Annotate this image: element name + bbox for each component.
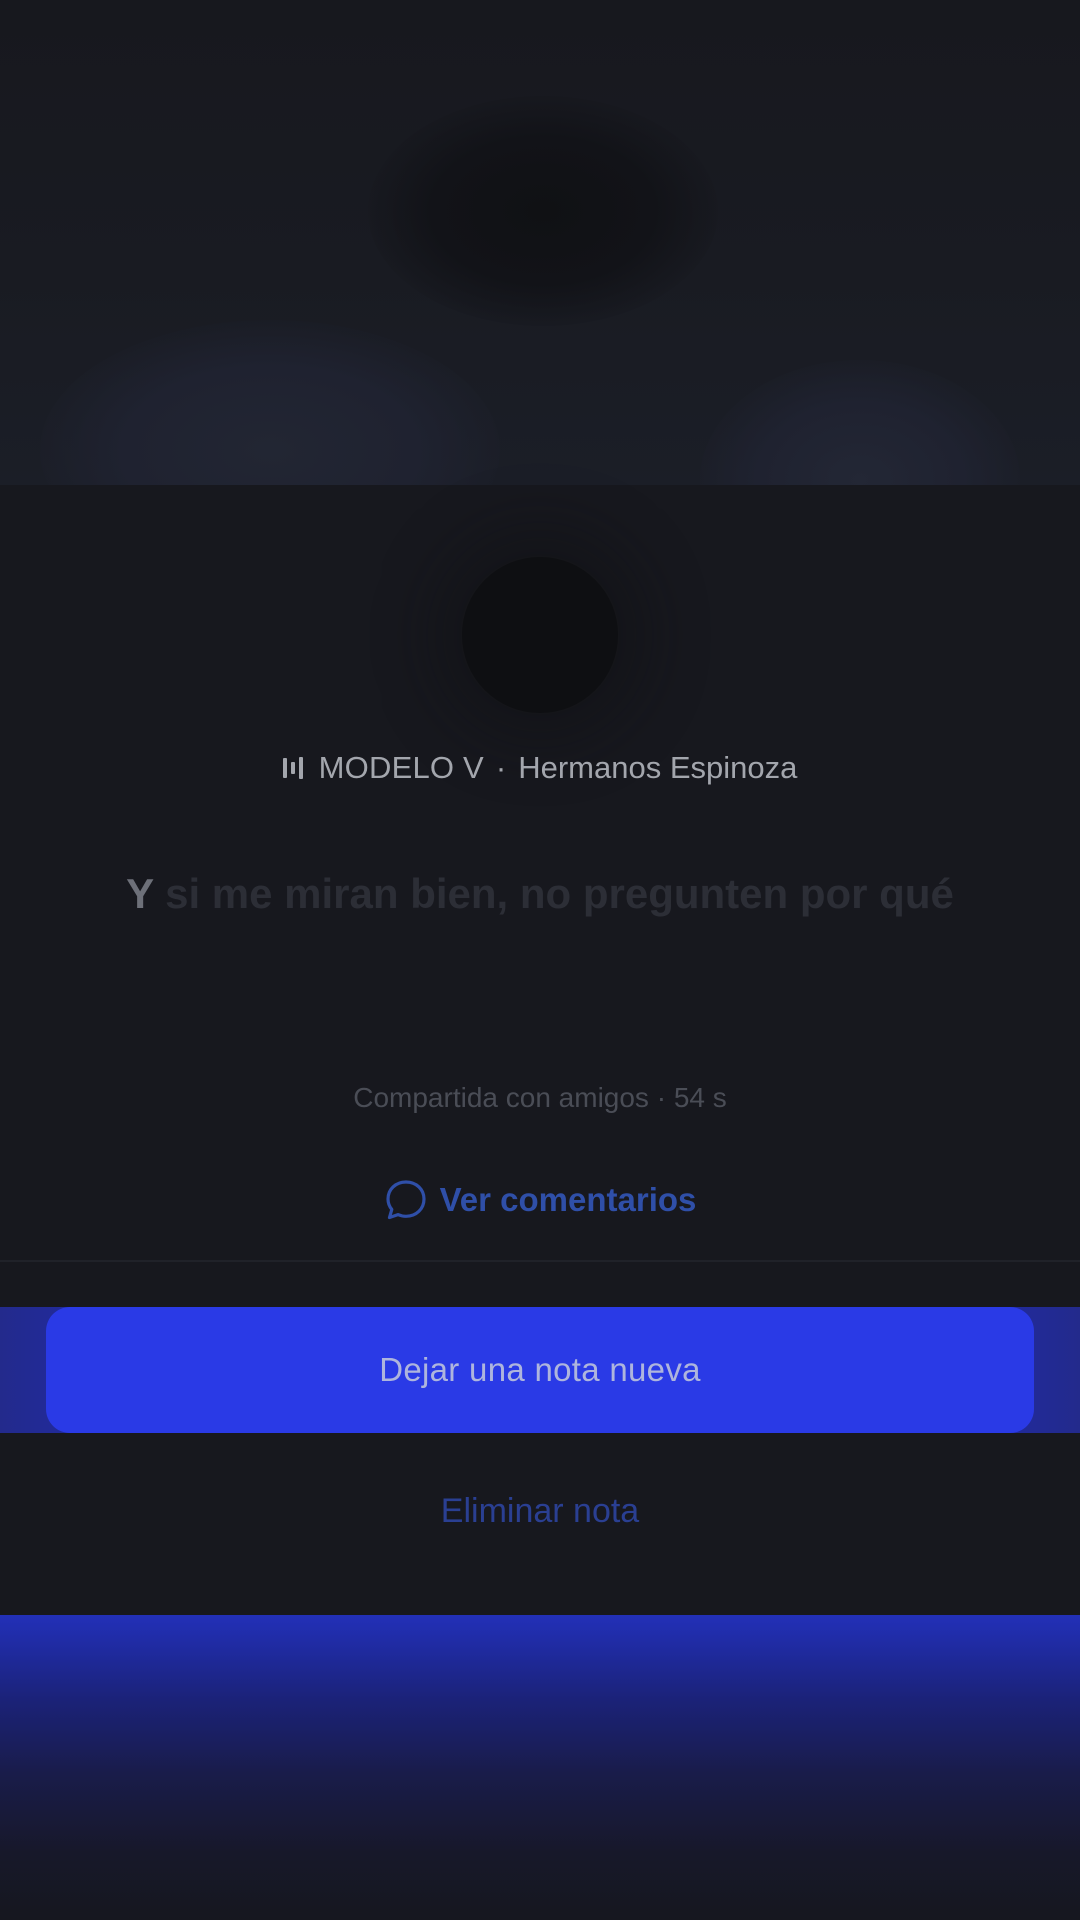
song-separator: · <box>495 750 507 785</box>
delete-note-button[interactable]: Eliminar nota <box>0 1489 1080 1533</box>
lyrics-text: Y si me miran bien, no pregunten por qué <box>110 863 970 925</box>
note-screen: MODELO V · Hermanos Espinoza Y si me mir… <box>0 0 1080 1920</box>
song-info[interactable]: MODELO V · Hermanos Espinoza <box>0 748 1080 788</box>
new-note-button[interactable]: Dejar una nota nueva <box>46 1307 1034 1433</box>
share-meta: Compartida con amigos · 54 s <box>353 1082 727 1113</box>
music-bars-icon <box>282 756 303 780</box>
backdrop-shape-right <box>700 360 1020 490</box>
lyrics-rest: si me miran bien, no pregunten por qué <box>153 870 954 917</box>
speech-bubble-icon <box>384 1178 428 1222</box>
avatar <box>462 557 618 713</box>
lyrics-active: Y <box>126 870 154 917</box>
bottom-glow <box>0 1615 1080 1920</box>
song-title: MODELO V <box>318 750 484 785</box>
view-comments-label: Ver comentarios <box>439 1181 697 1218</box>
view-comments-link[interactable]: Ver comentarios <box>0 1178 1080 1222</box>
note-sheet: MODELO V · Hermanos Espinoza Y si me mir… <box>0 485 1080 1615</box>
backdrop-shape-left <box>40 320 500 490</box>
song-artist: Hermanos Espinoza <box>518 750 798 785</box>
dimmed-backdrop[interactable] <box>0 0 1080 490</box>
divider <box>0 1260 1080 1262</box>
backdrop-avatar <box>368 96 718 326</box>
